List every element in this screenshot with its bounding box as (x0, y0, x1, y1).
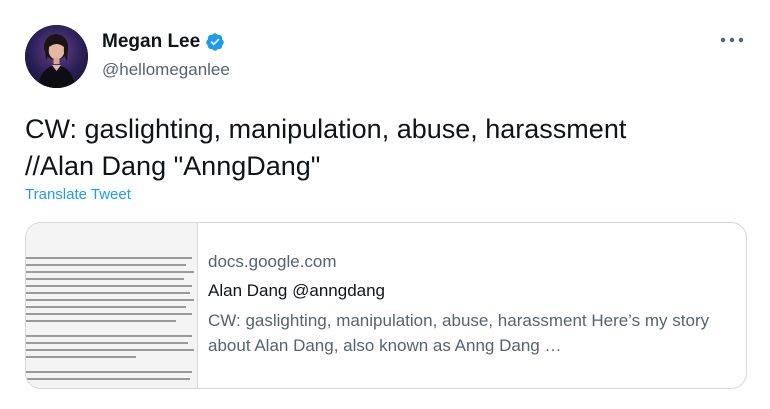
author-name-row[interactable]: Megan Lee (102, 31, 225, 53)
author-name[interactable]: Megan Lee (102, 31, 200, 53)
tweet: Megan Lee @hellomeganlee CW: gaslighting… (0, 0, 770, 409)
more-options-icon (720, 37, 744, 43)
card-description: CW: gaslighting, manipulation, abuse, ha… (208, 311, 710, 355)
verified-badge-icon (205, 32, 225, 52)
avatar[interactable] (25, 25, 88, 88)
card-domain: docs.google.com (208, 252, 337, 271)
card-title: Alan Dang @anngdang (208, 281, 386, 300)
link-preview-card[interactable]: docs.google.com Alan Dang @anngdang CW: … (25, 222, 747, 389)
translate-tweet-link[interactable]: Translate Tweet (25, 186, 131, 203)
card-thumbnail (26, 223, 198, 388)
tweet-text-line: //Alan Dang "AnngDang" (25, 151, 321, 181)
document-preview-image (26, 223, 197, 388)
more-options-button[interactable] (716, 28, 748, 52)
tweet-text: CW: gaslighting, manipulation, abuse, ha… (25, 111, 745, 185)
author-handle[interactable]: @hellomeganlee (102, 60, 230, 80)
avatar-image (25, 25, 88, 88)
tweet-text-line: CW: gaslighting, manipulation, abuse, ha… (25, 114, 627, 144)
card-body: docs.google.com Alan Dang @anngdang CW: … (208, 251, 738, 358)
